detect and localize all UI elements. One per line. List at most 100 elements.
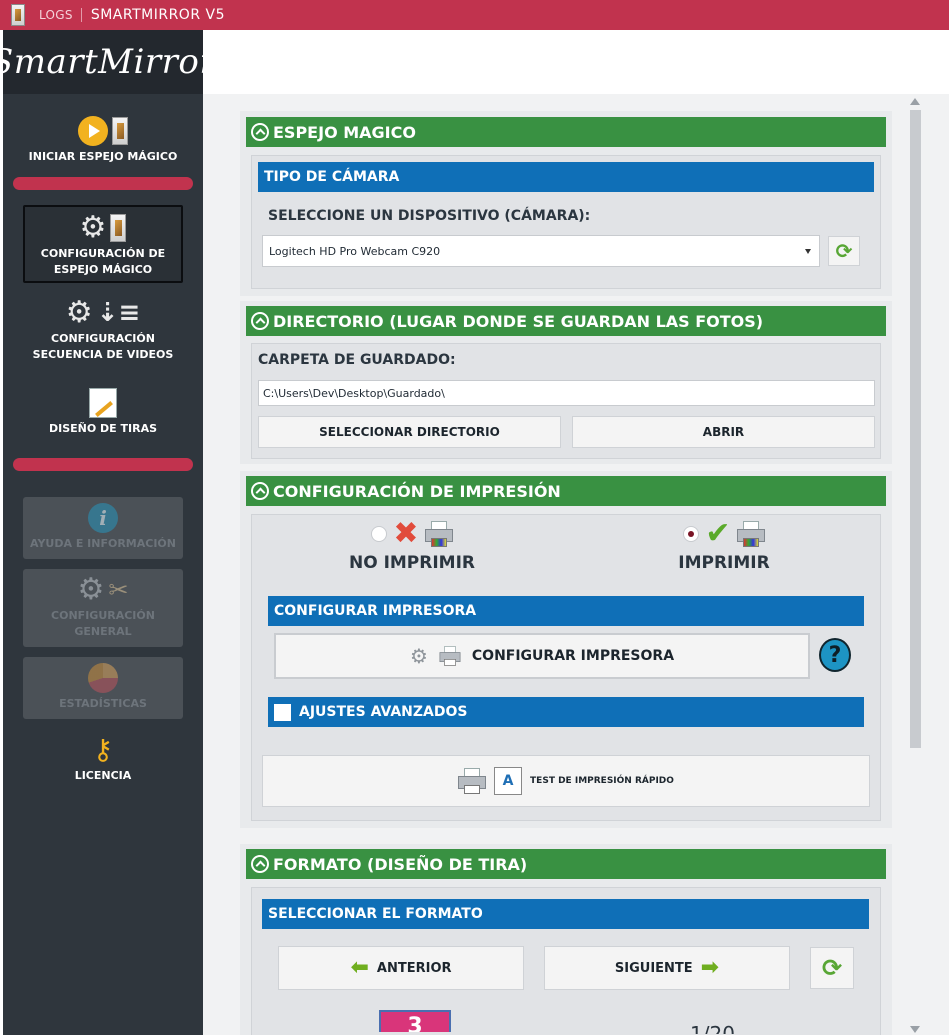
camera-type-header: TIPO DE CÁMARA — [258, 162, 874, 192]
section-header-directorio[interactable]: DIRECTORIO (LUGAR DONDE SE GUARDAN LAS F… — [246, 306, 886, 336]
advanced-settings-checkbox[interactable] — [274, 703, 291, 721]
print-option[interactable]: ✔ IMPRIMIR — [654, 516, 794, 574]
tools-icon: ✂ — [108, 576, 129, 604]
sidebar-item-label: ESTADÍSTICAS — [59, 697, 147, 710]
arrow-right-icon: ➡ — [700, 955, 720, 980]
sidebar-item-configuracion-espejo[interactable]: ⚙ CONFIGURACIÓN DE ESPEJO MÁGICO — [23, 205, 183, 283]
no-print-option[interactable]: ✖ NO IMPRIMIR — [342, 516, 482, 574]
arrow-left-icon: ⬅ — [350, 955, 369, 980]
gear-icon: ⚙ — [79, 210, 107, 245]
camera-panel: TIPO DE CÁMARA SELECCIONE UN DISPOSITIVO… — [251, 155, 881, 289]
quick-print-test-button[interactable]: A TEST DE IMPRESIÓN RÁPIDO — [262, 755, 870, 807]
open-directory-button[interactable]: ABRIR — [572, 416, 875, 448]
configure-printer-header: CONFIGURAR IMPRESORA — [268, 596, 864, 626]
sidebar-item-label: CONFIGURACIÓN DE ESPEJO MÁGICO — [40, 247, 166, 276]
logo-text: SmartMirror — [0, 42, 217, 82]
device-label: SELECCIONE UN DISPOSITIVO (CÁMARA): — [268, 208, 591, 224]
collapse-chevron-icon — [251, 312, 269, 330]
gear-icon: ⚙ — [77, 572, 105, 607]
help-button[interactable]: ? — [819, 638, 851, 672]
gear-icon: ⚙ — [409, 644, 428, 668]
sort-down-icon: ⇣≡ — [96, 298, 141, 328]
scroll-thumb[interactable] — [910, 110, 921, 748]
no-print-radio[interactable] — [371, 526, 388, 542]
sidebar-item-label: AYUDA E INFORMACIÓN — [30, 537, 176, 550]
mirror-icon — [112, 117, 128, 145]
refresh-icon: ⟳ — [821, 954, 843, 982]
printer-icon — [439, 646, 461, 666]
check-icon: ✔ — [705, 516, 731, 551]
print-radio[interactable] — [683, 526, 700, 542]
text-layout-icon: A — [494, 767, 523, 795]
printer-icon — [736, 521, 765, 547]
configure-printer-title: CONFIGURAR IMPRESORA — [274, 603, 477, 619]
collapse-chevron-icon — [251, 855, 269, 873]
refresh-devices-button[interactable]: ⟳ — [828, 236, 860, 266]
vertical-scrollbar[interactable] — [906, 94, 924, 1035]
logo: SmartMirror — [0, 30, 216, 94]
edit-document-icon — [89, 388, 117, 418]
print-panel: ✖ NO IMPRIMIR ✔ IMPRIMIR CONFIGURAR IMPR… — [251, 514, 881, 821]
select-format-header: SELECCIONAR EL FORMATO — [262, 899, 869, 929]
sidebar-separator — [13, 458, 193, 471]
sidebar-item-configuracion-general[interactable]: ⚙ ✂ CONFIGURACIÓN GENERAL — [23, 569, 183, 647]
section-directorio: DIRECTORIO (LUGAR DONDE SE GUARDAN LAS F… — [240, 301, 892, 464]
sidebar-item-label: INICIAR ESPEJO MÁGICO — [28, 150, 178, 163]
printer-icon — [458, 768, 487, 794]
key-icon: ⚷ — [92, 733, 114, 766]
title-bar: LOGS SMARTMIRROR V5 — [0, 0, 949, 30]
sidebar-item-secuencia-videos[interactable]: ⚙ ⇣≡ CONFIGURACIÓN SECUENCIA DE VIDEOS — [23, 298, 183, 368]
advanced-settings-toggle[interactable]: AJUSTES AVANZADOS — [268, 697, 864, 727]
pie-chart-icon — [88, 663, 118, 693]
sidebar-item-label: LICENCIA — [74, 769, 132, 782]
sidebar-item-iniciar-espejo[interactable]: INICIAR ESPEJO MÁGICO — [23, 116, 183, 168]
sidebar-item-label: CONFIGURACIÓN GENERAL — [51, 609, 155, 638]
format-panel: SELECCIONAR EL FORMATO ⬅ ANTERIOR SIGUIE… — [251, 887, 881, 1035]
main-header-area — [203, 30, 949, 94]
configure-printer-label: CONFIGURAR IMPRESORA — [471, 648, 675, 664]
folder-label: CARPETA DE GUARDADO: — [258, 352, 456, 368]
cross-icon: ✖ — [393, 516, 419, 551]
format-page-counter: 1/20 — [690, 1022, 735, 1034]
logs-link[interactable]: LOGS — [39, 8, 82, 22]
sidebar-item-estadisticas[interactable]: ESTADÍSTICAS — [23, 657, 183, 719]
next-format-label: SIGUIENTE — [614, 960, 693, 976]
scroll-down-arrow-icon[interactable] — [910, 1026, 920, 1033]
previous-format-button[interactable]: ⬅ ANTERIOR — [278, 946, 524, 990]
print-label: IMPRIMIR — [678, 553, 770, 573]
no-print-label: NO IMPRIMIR — [348, 553, 476, 573]
refresh-icon: ⟳ — [835, 239, 853, 263]
select-directory-button[interactable]: SELECCIONAR DIRECTORIO — [258, 416, 561, 448]
section-title: FORMATO (DISEÑO DE TIRA) — [273, 854, 528, 874]
info-icon: i — [88, 503, 118, 533]
sidebar-item-diseno-tiras[interactable]: DISEÑO DE TIRAS — [23, 388, 183, 438]
select-format-title: SELECCIONAR EL FORMATO — [268, 906, 483, 922]
section-title: ESPEJO MAGICO — [273, 122, 416, 142]
camera-type-title: TIPO DE CÁMARA — [264, 169, 400, 185]
advanced-settings-label: AJUSTES AVANZADOS — [299, 704, 468, 720]
folder-path-input[interactable]: C:\Users\Dev\Desktop\Guardado\ — [258, 380, 875, 406]
sidebar-item-licencia[interactable]: ⚷ LICENCIA — [23, 735, 183, 787]
sidebar-item-ayuda[interactable]: i AYUDA E INFORMACIÓN — [23, 497, 183, 559]
camera-device-select[interactable]: Logitech HD Pro Webcam C920 — [262, 235, 820, 267]
directory-panel: CARPETA DE GUARDADO: C:\Users\Dev\Deskto… — [251, 343, 881, 459]
chevron-down-icon — [805, 249, 811, 254]
configure-printer-button[interactable]: ⚙ CONFIGURAR IMPRESORA — [274, 633, 810, 679]
section-header-impresion[interactable]: CONFIGURACIÓN DE IMPRESIÓN — [246, 476, 886, 506]
app-mirror-icon — [11, 4, 25, 26]
section-header-formato[interactable]: FORMATO (DISEÑO DE TIRA) — [246, 849, 886, 879]
section-formato: FORMATO (DISEÑO DE TIRA) SELECCIONAR EL … — [240, 844, 892, 1035]
sidebar-separator — [13, 177, 193, 190]
reset-format-button[interactable]: ⟳ — [810, 947, 854, 989]
section-header-espejo[interactable]: ESPEJO MAGICO — [246, 117, 886, 147]
camera-device-value: Logitech HD Pro Webcam C920 — [269, 244, 441, 258]
sidebar: SmartMirror INICIAR ESPEJO MÁGICO ⚙ CONF… — [0, 30, 216, 1035]
sidebar-item-label: CONFIGURACIÓN SECUENCIA DE VIDEOS — [32, 332, 174, 361]
printer-icon — [424, 521, 453, 547]
section-espejo-magico: ESPEJO MAGICO TIPO DE CÁMARA SELECCIONE … — [240, 111, 892, 296]
mirror-icon — [110, 214, 127, 242]
play-icon — [78, 116, 108, 146]
gear-icon: ⚙ — [65, 295, 93, 330]
scroll-up-arrow-icon[interactable] — [910, 98, 920, 105]
next-format-button[interactable]: SIGUIENTE ➡ — [544, 946, 790, 990]
